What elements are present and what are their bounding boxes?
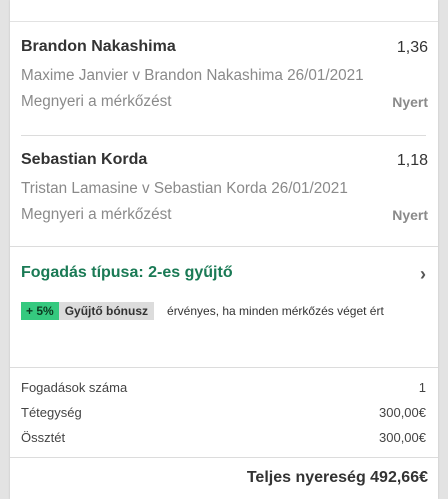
bonus-note: érvényes, ha minden mérkőzés véget ért <box>167 304 384 318</box>
total-divider <box>10 457 438 458</box>
bet-result-badge: Nyert <box>392 94 428 110</box>
bet-item: Brandon Nakashima 1,36 Maxime Janvier v … <box>10 38 438 118</box>
summary-value: 300,00€ <box>379 405 426 420</box>
bet-market: Megnyeri a mérkőzést <box>21 93 172 110</box>
bonus-label-badge: Gyűjtő bónusz <box>58 302 155 320</box>
bonus-percent-badge: + 5% <box>21 302 59 320</box>
bet-market: Megnyeri a mérkőzést <box>21 206 172 223</box>
bonus-row: + 5% Gyűjtő bónusz érvényes, ha minden m… <box>21 302 384 320</box>
bet-divider <box>21 135 426 136</box>
summary-label: Össztét <box>21 430 66 445</box>
summary-value: 1 <box>418 380 426 395</box>
bet-type-row[interactable]: Fogadás típusa: 2-es gyűjtő › <box>10 250 438 290</box>
section-divider <box>10 246 438 247</box>
summary-row-unit-stake: Tétegység 300,00€ <box>21 405 426 423</box>
bet-type-label: Fogadás típusa: 2-es gyűjtő <box>21 264 233 281</box>
total-winnings: Teljes nyereség 492,66€ <box>246 469 428 486</box>
bet-odds: 1,18 <box>396 152 428 169</box>
summary-value: 300,00€ <box>379 430 426 445</box>
bet-odds: 1,36 <box>396 39 428 56</box>
summary-row-total-stake: Össztét 300,00€ <box>21 430 426 448</box>
summary-divider <box>10 367 438 368</box>
bet-match-info: Tristan Lamasine v Sebastian Korda 26/01… <box>21 180 348 197</box>
bet-result-badge: Nyert <box>392 207 428 223</box>
bet-player-name: Brandon Nakashima <box>21 38 176 55</box>
bet-slip-panel: Brandon Nakashima 1,36 Maxime Janvier v … <box>10 0 438 499</box>
summary-label: Fogadások száma <box>21 380 128 395</box>
chevron-right-icon: › <box>420 264 426 284</box>
summary-row-bet-count: Fogadások száma 1 <box>21 380 426 398</box>
top-divider <box>10 21 438 22</box>
summary-label: Tétegység <box>21 405 82 420</box>
bet-match-info: Maxime Janvier v Brandon Nakashima 26/01… <box>21 67 364 84</box>
bet-player-name: Sebastian Korda <box>21 151 148 168</box>
bet-item: Sebastian Korda 1,18 Tristan Lamasine v … <box>10 151 438 231</box>
